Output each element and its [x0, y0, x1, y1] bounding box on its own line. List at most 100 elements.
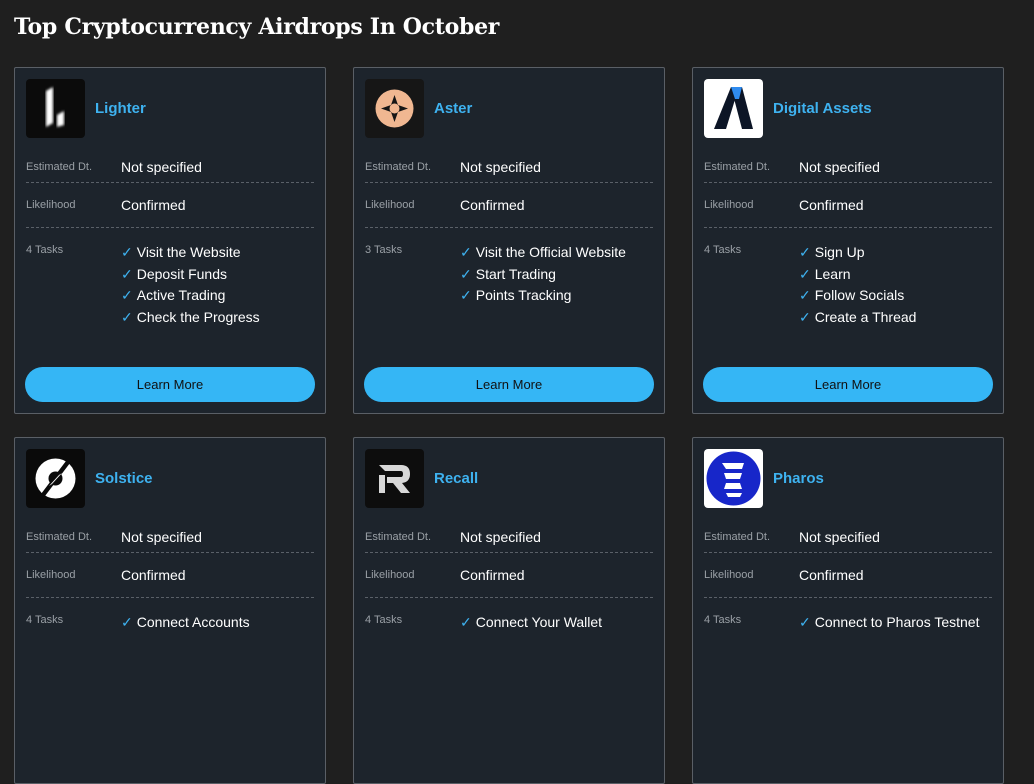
learn-more-button[interactable]: Learn More — [703, 367, 993, 402]
airdrop-card: Digital Assets Estimated Dt. Not specifi… — [692, 67, 1004, 414]
task-text: Follow Socials — [814, 287, 905, 303]
task-item: ✓ Deposit Funds — [121, 264, 260, 286]
likelihood-row: Likelihood Confirmed — [26, 183, 314, 228]
solstice-logo-icon[interactable] — [26, 449, 85, 508]
tasks-row: 4 Tasks ✓ Connect to Pharos Testnet — [704, 598, 992, 634]
task-text: Learn — [814, 265, 851, 282]
task-item: ✓ Visit the Official Website — [460, 242, 626, 264]
task-text: Sign Up — [814, 244, 865, 260]
likelihood-value: Confirmed — [460, 197, 525, 213]
task-text: Check the Progress — [136, 308, 260, 325]
tasks-row: 4 Tasks ✓ Connect Accounts — [26, 598, 314, 634]
estimated-date-row: Estimated Dt. Not specified — [26, 150, 314, 183]
check-icon: ✓ — [799, 244, 811, 260]
estimated-date-value: Not specified — [460, 159, 541, 175]
task-item: ✓ Learn — [799, 264, 916, 286]
check-icon: ✓ — [121, 287, 133, 303]
likelihood-value: Confirmed — [460, 567, 525, 583]
digital-assets-logo-icon[interactable] — [704, 79, 763, 138]
task-list: ✓ Connect Your Wallet — [460, 612, 602, 634]
task-list: ✓ Visit the Official Website ✓ Start Tradi… — [460, 242, 626, 307]
card-header: Pharos — [704, 449, 992, 508]
estimated-date-row: Estimated Dt. Not specified — [365, 520, 653, 553]
card-header: Solstice — [26, 449, 314, 508]
likelihood-value: Confirmed — [121, 567, 186, 583]
check-icon: ✓ — [460, 265, 472, 282]
check-icon: ✓ — [121, 614, 133, 630]
aster-logo-icon[interactable] — [365, 79, 424, 138]
task-text: Connect to Pharos Testnet — [814, 614, 980, 630]
card-header: Recall — [365, 449, 653, 508]
estimated-date-row: Estimated Dt. Not specified — [704, 520, 992, 553]
task-text: Points Tracking — [475, 287, 572, 303]
likelihood-row: Likelihood Confirmed — [26, 553, 314, 598]
task-text: Connect Your Wallet — [475, 614, 603, 630]
likelihood-value: Confirmed — [799, 197, 864, 213]
task-text: Active Trading — [136, 287, 226, 303]
task-item: ✓ Active Trading — [121, 285, 260, 307]
likelihood-label: Likelihood — [26, 199, 76, 211]
task-list: ✓ Sign Up ✓ Learn ✓ Follow Socials ✓ Create … — [799, 242, 916, 328]
estimated-date-value: Not specified — [460, 529, 541, 545]
task-text: Visit the Official Website — [475, 244, 626, 260]
estimated-date-label: Estimated Dt. — [704, 161, 771, 173]
tasks-count-label: 4 Tasks — [26, 244, 64, 256]
card-title-link[interactable]: Pharos — [773, 470, 824, 487]
check-icon: ✓ — [121, 244, 133, 260]
likelihood-label: Likelihood — [704, 569, 754, 581]
card-title-link[interactable]: Digital Assets — [773, 100, 872, 117]
tasks-row: 4 Tasks ✓ Visit the Website ✓ Deposit Fund… — [26, 228, 314, 328]
airdrop-card: Solstice Estimated Dt. Not specified Lik… — [14, 437, 326, 784]
estimated-date-value: Not specified — [799, 529, 880, 545]
estimated-date-label: Estimated Dt. — [365, 531, 432, 543]
learn-more-button[interactable]: Learn More — [25, 367, 315, 402]
card-title-link[interactable]: Lighter — [95, 100, 146, 117]
card-title-link[interactable]: Solstice — [95, 470, 153, 487]
card-title-link[interactable]: Aster — [434, 100, 472, 117]
check-icon: ✓ — [121, 265, 133, 282]
estimated-date-label: Estimated Dt. — [26, 531, 93, 543]
estimated-date-label: Estimated Dt. — [365, 161, 432, 173]
likelihood-row: Likelihood Confirmed — [704, 183, 992, 228]
page-title: Top Cryptocurrency Airdrops In October — [14, 14, 500, 40]
task-item: ✓ Create a Thread — [799, 307, 916, 329]
likelihood-label: Likelihood — [365, 199, 415, 211]
estimated-date-value: Not specified — [121, 159, 202, 175]
pharos-logo-icon[interactable] — [704, 449, 763, 508]
check-icon: ✓ — [460, 287, 472, 303]
tasks-count-label: 4 Tasks — [365, 614, 403, 626]
recall-logo-icon[interactable] — [365, 449, 424, 508]
card-header: Lighter — [26, 79, 314, 138]
estimated-date-value: Not specified — [121, 529, 202, 545]
estimated-date-row: Estimated Dt. Not specified — [704, 150, 992, 183]
task-item: ✓ Sign Up — [799, 242, 916, 264]
estimated-date-label: Estimated Dt. — [26, 161, 93, 173]
airdrop-card: Recall Estimated Dt. Not specified Likel… — [353, 437, 665, 784]
task-list: ✓ Connect Accounts — [121, 612, 250, 634]
estimated-date-label: Estimated Dt. — [704, 531, 771, 543]
task-text: Start Trading — [475, 265, 556, 282]
likelihood-row: Likelihood Confirmed — [704, 553, 992, 598]
task-item: ✓ Connect to Pharos Testnet — [799, 612, 979, 634]
likelihood-label: Likelihood — [26, 569, 76, 581]
learn-more-button[interactable]: Learn More — [364, 367, 654, 402]
task-item: ✓ Connect Accounts — [121, 612, 250, 634]
tasks-row: 4 Tasks ✓ Connect Your Wallet — [365, 598, 653, 634]
airdrop-card: Aster Estimated Dt. Not specified Likeli… — [353, 67, 665, 414]
likelihood-value: Confirmed — [799, 567, 864, 583]
tasks-count-label: 4 Tasks — [704, 614, 742, 626]
task-item: ✓ Points Tracking — [460, 285, 626, 307]
card-title-link[interactable]: Recall — [434, 470, 478, 487]
likelihood-label: Likelihood — [365, 569, 415, 581]
check-icon: ✓ — [799, 614, 811, 630]
airdrop-card: Lighter Estimated Dt. Not specified Like… — [14, 67, 326, 414]
tasks-row: 4 Tasks ✓ Sign Up ✓ Learn ✓ Follow Socials … — [704, 228, 992, 328]
task-item: ✓ Start Trading — [460, 264, 626, 286]
likelihood-value: Confirmed — [121, 197, 186, 213]
check-icon: ✓ — [799, 308, 811, 325]
task-item: ✓ Visit the Website — [121, 242, 260, 264]
task-text: Visit the Website — [136, 244, 241, 260]
tasks-count-label: 4 Tasks — [704, 244, 742, 256]
estimated-date-row: Estimated Dt. Not specified — [365, 150, 653, 183]
lighter-logo-icon[interactable] — [26, 79, 85, 138]
